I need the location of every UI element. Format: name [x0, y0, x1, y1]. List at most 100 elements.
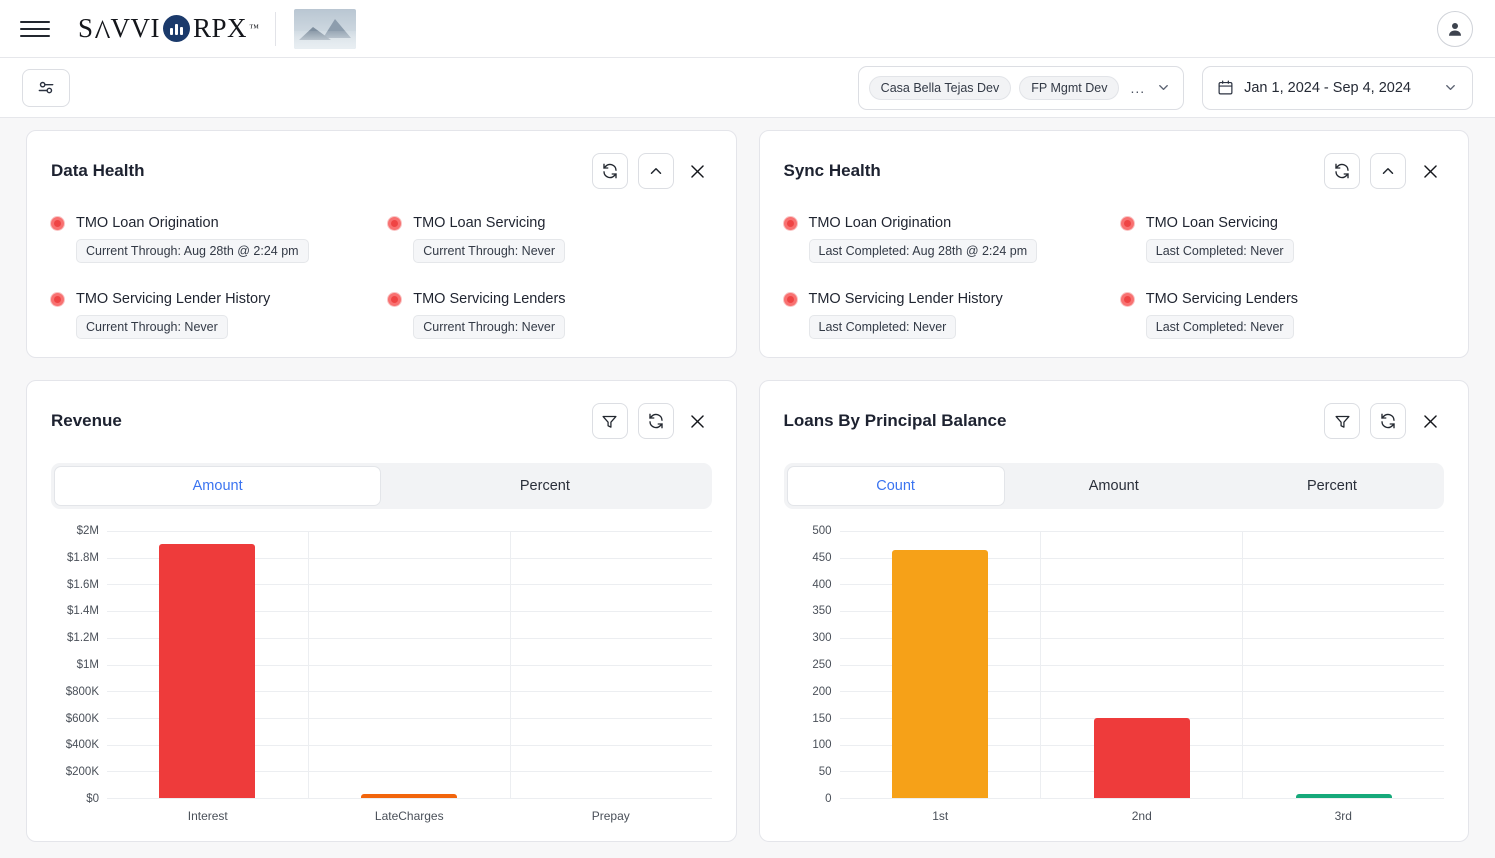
bar[interactable]: [361, 793, 458, 798]
x-axis-tick-label: LateCharges: [374, 809, 444, 823]
card-header: Revenue: [51, 403, 712, 439]
loans-tabs: Count Amount Percent: [783, 463, 1444, 509]
status-dot: [388, 292, 402, 306]
thumbnail-mist-shape: [294, 30, 357, 49]
brand-logo[interactable]: S VVI RPX ™: [78, 13, 259, 44]
loans-plot-area: [839, 531, 1444, 799]
gridline: [107, 798, 712, 799]
health-item-name: TMO Servicing Lender History: [76, 291, 271, 307]
data-health-collapse-button[interactable]: [637, 153, 674, 189]
tab-percent[interactable]: Percent: [1223, 466, 1441, 506]
entity-chip-1[interactable]: Casa Bella Tejas Dev: [868, 75, 1012, 100]
tab-amount[interactable]: Amount: [1005, 466, 1223, 506]
health-item-meta: Last Completed: Never: [1145, 315, 1294, 339]
close-icon: [691, 414, 704, 428]
top-bar: S VVI RPX ™: [0, 0, 1495, 58]
status-dot: [388, 216, 402, 230]
health-item-name: TMO Loan Servicing: [1145, 215, 1278, 231]
health-item: TMO Servicing Lenders Last Completed: Ne…: [1120, 291, 1444, 339]
data-health-close-button[interactable]: [684, 156, 712, 186]
health-item: TMO Loan Servicing Last Completed: Never: [1120, 215, 1444, 263]
revenue-close-button[interactable]: [684, 406, 712, 436]
user-avatar-button[interactable]: [1437, 10, 1473, 47]
y-axis-tick-label: 200: [812, 685, 832, 698]
card-header: Sync Health: [784, 153, 1445, 189]
revenue-tabs: Amount Percent: [51, 463, 712, 509]
refresh-icon: [648, 413, 663, 429]
health-item-name: TMO Loan Servicing: [413, 215, 546, 231]
refresh-icon: [602, 163, 617, 179]
tab-percent[interactable]: Percent: [381, 466, 708, 506]
sync-health-collapse-button[interactable]: [1370, 153, 1406, 189]
health-item-name: TMO Loan Origination: [76, 215, 219, 231]
date-range-picker[interactable]: Jan 1, 2024 - Sep 4, 2024: [1202, 65, 1473, 110]
health-item-meta: Current Through: Never: [413, 239, 566, 263]
bar[interactable]: [159, 544, 256, 798]
revenue-refresh-button[interactable]: [637, 403, 674, 439]
card-actions: [1324, 153, 1444, 189]
y-axis-tick-label: 100: [812, 739, 832, 752]
data-health-title: Data Health: [51, 161, 145, 180]
revenue-plot-area: [107, 531, 712, 799]
hamburger-menu-icon[interactable]: [20, 14, 50, 44]
close-icon: [691, 164, 704, 178]
refresh-icon: [1335, 163, 1349, 179]
trademark-symbol: ™: [249, 23, 260, 34]
data-health-refresh-button[interactable]: [591, 153, 628, 189]
loans-close-button[interactable]: [1416, 406, 1444, 436]
y-axis-tick-label: $0: [86, 793, 99, 805]
filter-controls: Casa Bella Tejas Dev FP Mgmt Dev ... Jan…: [857, 65, 1473, 110]
bar-cell: [309, 531, 511, 798]
y-axis-tick-label: $1.2M: [67, 632, 99, 645]
brand-a-glyph-icon: [94, 19, 110, 38]
status-dot: [783, 292, 797, 306]
sync-health-close-button[interactable]: [1416, 156, 1444, 186]
revenue-filter-button[interactable]: [591, 403, 628, 439]
bar-cell: [1243, 531, 1444, 798]
card-actions: [591, 403, 712, 439]
tab-amount[interactable]: Amount: [54, 466, 382, 506]
loans-refresh-button[interactable]: [1370, 403, 1406, 439]
date-range-label: Jan 1, 2024 - Sep 4, 2024: [1244, 79, 1411, 96]
bar[interactable]: [1093, 717, 1190, 798]
entity-selector[interactable]: Casa Bella Tejas Dev FP Mgmt Dev ...: [857, 65, 1185, 110]
tab-count[interactable]: Count: [786, 466, 1005, 506]
y-axis-tick-label: $200K: [65, 766, 99, 779]
sync-health-refresh-button[interactable]: [1324, 153, 1360, 189]
health-item: TMO Loan Origination Current Through: Au…: [51, 215, 374, 263]
y-axis-tick-label: 300: [812, 632, 832, 645]
gridline: [839, 798, 1444, 799]
revenue-title: Revenue: [51, 411, 122, 430]
y-axis-tick-label: 150: [812, 712, 832, 725]
health-item: TMO Servicing Lenders Current Through: N…: [388, 291, 711, 339]
health-item: TMO Loan Origination Last Completed: Aug…: [783, 215, 1107, 263]
x-axis-tick-label: Interest: [187, 809, 228, 823]
bar[interactable]: [891, 549, 988, 798]
status-dot: [783, 216, 797, 230]
bar-group: [107, 531, 712, 798]
card-header: Loans By Principal Balance: [784, 403, 1445, 439]
y-axis-tick-label: 250: [812, 659, 832, 671]
display-settings-button[interactable]: [22, 68, 70, 107]
y-axis-tick-label: $800K: [65, 685, 99, 698]
y-axis-tick-label: $1.6M: [67, 578, 99, 591]
data-health-items: TMO Loan Origination Current Through: Au…: [51, 215, 712, 339]
bar[interactable]: [1295, 793, 1392, 798]
filter-bar: Casa Bella Tejas Dev FP Mgmt Dev ... Jan…: [0, 58, 1495, 118]
chart-card-row: Revenue Amount Percent $2M $1.8M $1.6M $…: [26, 380, 1469, 842]
loans-filter-button[interactable]: [1324, 403, 1360, 439]
bar-chart-circle-icon: [163, 15, 191, 42]
health-item: TMO Loan Servicing Current Through: Neve…: [388, 215, 711, 263]
loans-x-axis: 1st 2nd 3rd: [840, 799, 1445, 823]
y-axis-tick-label: $600K: [65, 712, 99, 725]
entity-overflow-label[interactable]: ...: [1127, 80, 1148, 96]
loans-y-axis: 500 450 400 350 300 250 200 150 100 50 0: [784, 525, 840, 805]
x-axis-tick-label: Prepay: [591, 809, 630, 823]
brand-text-part2: VVI: [110, 13, 161, 43]
y-axis-tick-label: 400: [812, 578, 832, 591]
health-item-meta: Current Through: Never: [413, 315, 566, 339]
refresh-icon: [1381, 413, 1395, 429]
entity-chip-2[interactable]: FP Mgmt Dev: [1019, 75, 1120, 100]
mountain-thumbnail[interactable]: [294, 8, 357, 49]
brand-wordmark: S VVI RPX ™: [78, 13, 259, 44]
